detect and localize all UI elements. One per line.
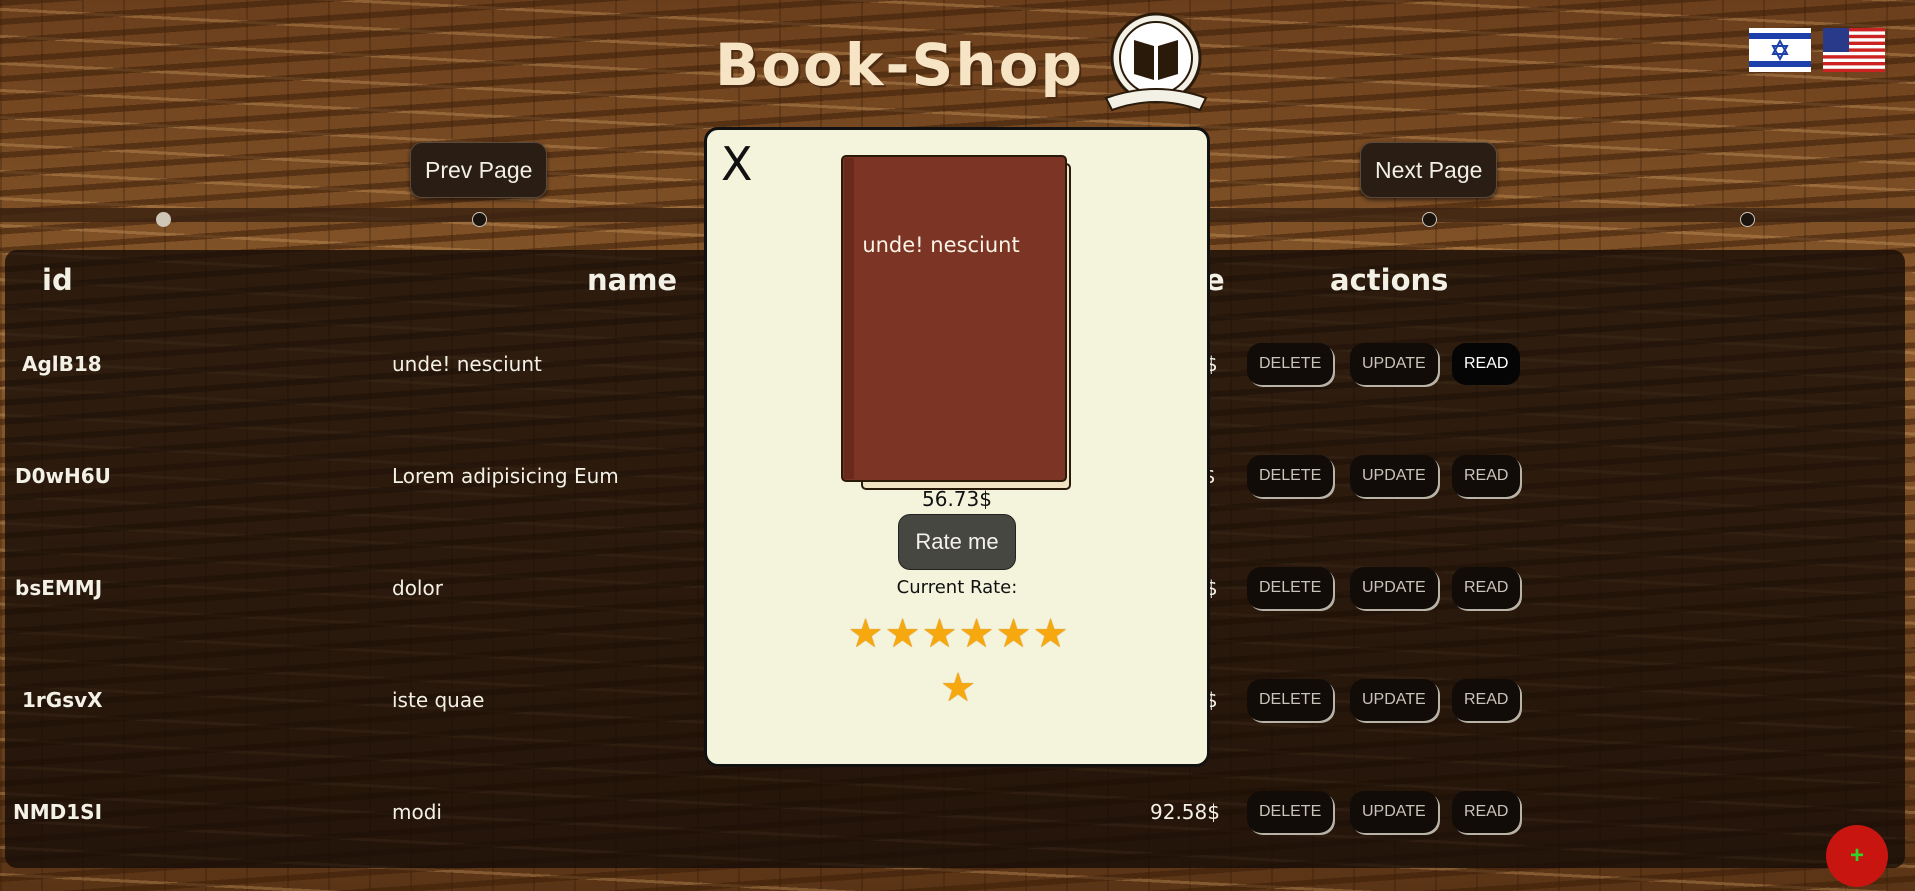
page-dot-1[interactable] [156,212,171,227]
delete-button[interactable]: DELETE [1247,791,1334,833]
row-name: Lorem adipisicing Eum [392,464,619,488]
read-button[interactable]: READ [1452,567,1521,609]
read-button[interactable]: READ [1452,455,1521,497]
column-header-name: name [587,263,678,297]
book-cover-icon [841,155,1071,490]
rate-me-button[interactable]: Rate me [898,514,1016,570]
row-id: NMD1SI [13,800,103,824]
read-button[interactable]: READ [1452,343,1521,385]
star-icon: ★ [1032,611,1069,657]
star-icon: ★ [995,611,1032,657]
site-logo: Book-Shop [715,10,1216,120]
close-modal-button[interactable]: X [715,140,759,188]
language-switcher [1749,28,1885,72]
star-icon: ★ [940,665,976,711]
book-emblem-icon [1104,12,1208,112]
read-button[interactable]: READ [1452,791,1521,833]
page-dot-5[interactable] [1740,212,1755,227]
next-page-button[interactable]: Next Page [1360,142,1498,198]
row-id: 1rGsvX [22,688,103,712]
page-dot-4[interactable] [1422,212,1437,227]
column-header-actions: actions [1330,263,1449,297]
usa-flag-icon[interactable] [1823,28,1885,72]
update-button[interactable]: UPDATE [1350,343,1438,385]
star-icon: ★ [958,611,995,657]
column-header-id: id [42,263,73,297]
row-price: 92.58$ [1150,800,1220,824]
israel-flag-icon[interactable] [1749,28,1811,72]
update-button[interactable]: UPDATE [1350,791,1438,833]
row-name: modi [392,800,442,824]
delete-button[interactable]: DELETE [1247,343,1334,385]
prev-page-button[interactable]: Prev Page [410,142,548,198]
star-icon: ★ [847,611,884,657]
row-id: AglB18 [22,352,102,376]
rating-stars: ★★★★★★★ [843,607,1073,715]
update-button[interactable]: UPDATE [1350,567,1438,609]
delete-button[interactable]: DELETE [1247,455,1334,497]
star-icon: ★ [884,611,921,657]
update-button[interactable]: UPDATE [1350,679,1438,721]
row-name: unde! nesciunt [392,352,542,376]
row-id: D0wH6U [15,464,111,488]
read-button[interactable]: READ [1452,679,1521,721]
book-detail-modal: X unde! nesciunt 56.73$ Rate me Current … [704,127,1210,767]
page-dot-2[interactable] [472,212,487,227]
book-price: 56.73$ [922,487,992,511]
logo-text: Book-Shop [715,31,1084,99]
row-name: dolor [392,576,443,600]
row-name: iste quae [392,688,485,712]
current-rate-label: Current Rate: [896,577,1018,598]
add-book-button[interactable]: + [1826,825,1888,887]
update-button[interactable]: UPDATE [1350,455,1438,497]
delete-button[interactable]: DELETE [1247,679,1334,721]
row-id: bsEMMJ [15,576,103,600]
book-cover-title: unde! nesciunt [862,233,1020,257]
delete-button[interactable]: DELETE [1247,567,1334,609]
star-icon: ★ [921,611,958,657]
